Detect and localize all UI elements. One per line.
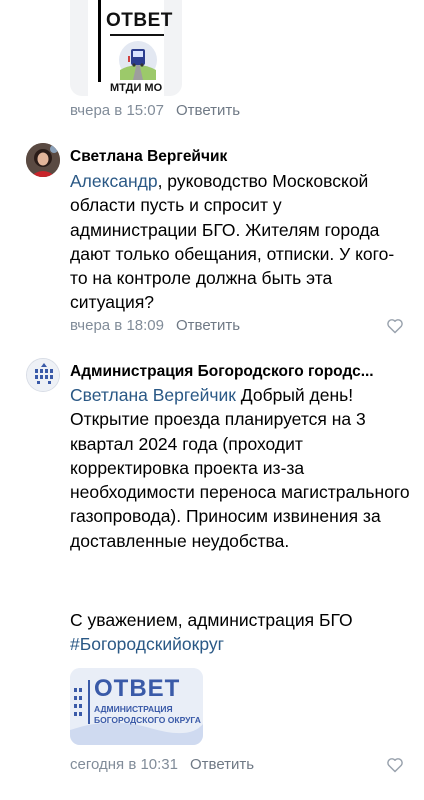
signature-text: С уважением, администрация БГО — [70, 610, 353, 630]
like-heart-icon[interactable] — [386, 318, 404, 334]
comment-body: Добрый день! Открытие проезда планируетс… — [70, 385, 410, 551]
reply-button[interactable]: Ответить — [176, 102, 240, 119]
user-photo-icon — [26, 143, 60, 177]
comment-author[interactable]: Светлана Вергейчик — [70, 148, 227, 166]
answer-image-title: ОТВЕТ — [94, 675, 181, 702]
comment-time: вчера в 15:07 — [70, 102, 164, 119]
comment-meta: вчера в 15:07 Ответить — [70, 102, 240, 119]
hashtag-link[interactable]: #Богородскийокруг — [70, 632, 410, 656]
answer-image-caption: МТДИ МО — [110, 82, 163, 94]
mention-link[interactable]: Александр — [70, 171, 158, 191]
comment-author[interactable]: Администрация Богородского городс... — [70, 363, 374, 381]
comment-signature: С уважением, администрация БГО #Богородс… — [70, 608, 410, 657]
bus-road-icon — [119, 41, 157, 80]
comment-text: Александр, руководство Московской област… — [70, 169, 410, 315]
comment-text: Светлана Вергейчик Добрый день! Открытие… — [70, 383, 410, 553]
mention-link[interactable]: Светлана Вергейчик — [70, 385, 236, 405]
answer-image-subtitle-1: АДМИНИСТРАЦИЯ — [94, 704, 173, 714]
administration-answer-image[interactable]: ОТВЕТ АДМИНИСТРАЦИЯ БОГОРОДСКОГО ОКРУГА — [70, 668, 203, 745]
comment-meta: сегодня в 10:31 Ответить — [70, 756, 254, 773]
comment-time: сегодня в 10:31 — [70, 756, 178, 773]
comment-meta: вчера в 18:09 Ответить — [70, 317, 240, 334]
reply-button[interactable]: Ответить — [190, 756, 254, 773]
comment-body: , руководство Московской области пусть и… — [70, 171, 395, 313]
avatar[interactable] — [26, 358, 60, 392]
avatar[interactable] — [26, 143, 60, 177]
comment-time: вчера в 18:09 — [70, 317, 164, 334]
reply-button[interactable]: Ответить — [176, 317, 240, 334]
answer-image-title: ОТВЕТ — [106, 10, 173, 31]
administration-logo-icon — [27, 359, 59, 391]
mtdi-answer-image[interactable]: ОТВЕТ МТДИ МО — [70, 0, 182, 96]
answer-image-subtitle-2: БОГОРОДСКОГО ОКРУГА — [94, 715, 201, 725]
like-heart-icon[interactable] — [386, 757, 404, 773]
